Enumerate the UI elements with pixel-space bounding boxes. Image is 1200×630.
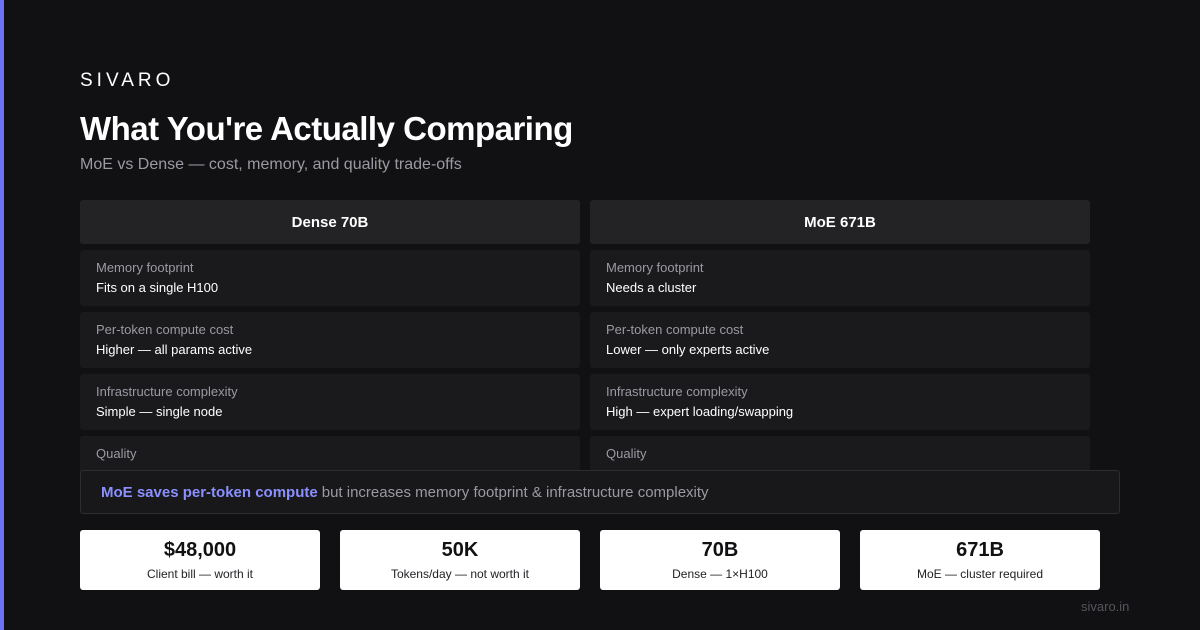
key-takeaway-callout: MoE saves per-token compute but increase… bbox=[80, 470, 1120, 514]
row-value: Higher — all params active bbox=[96, 342, 253, 357]
dense-row-compute: Per-token compute cost Higher — all para… bbox=[80, 312, 580, 368]
row-value: Simple — single node bbox=[96, 404, 223, 419]
stat-value: 50K bbox=[441, 539, 479, 561]
page-subtitle: MoE vs Dense — cost, memory, and quality… bbox=[80, 156, 462, 173]
footer-url: sivaro.in bbox=[1081, 599, 1130, 614]
dense-row-memory: Memory footprint Fits on a single H100 bbox=[80, 250, 580, 306]
stat-label: MoE — cluster required bbox=[916, 567, 1044, 581]
stat-card-moe: 671B MoE — cluster required bbox=[860, 530, 1100, 590]
row-label: Memory footprint bbox=[96, 260, 194, 275]
stat-label: Dense — 1×H100 bbox=[672, 567, 768, 581]
stat-value: 671B bbox=[956, 539, 1004, 561]
row-value: Needs a cluster bbox=[606, 280, 697, 295]
row-label: Per-token compute cost bbox=[96, 322, 234, 337]
accent-bar bbox=[0, 0, 4, 630]
moe-row-memory: Memory footprint Needs a cluster bbox=[590, 250, 1090, 306]
row-label: Infrastructure complexity bbox=[606, 384, 748, 399]
callout-text: but increases memory footprint & infrast… bbox=[321, 483, 709, 501]
row-label: Infrastructure complexity bbox=[96, 384, 238, 399]
row-label: Quality bbox=[606, 446, 647, 461]
dense-column: Dense 70B Memory footprint Fits on a sin… bbox=[80, 200, 580, 492]
row-value: Lower — only experts active bbox=[606, 342, 770, 357]
stats-row: $48,000 Client bill — worth it 50K Token… bbox=[80, 530, 1100, 590]
page-title: What You're Actually Comparing bbox=[80, 110, 573, 147]
stat-label: Tokens/day — not worth it bbox=[390, 567, 530, 581]
stat-card-tokens-per-day: 50K Tokens/day — not worth it bbox=[340, 530, 580, 590]
row-label: Memory footprint bbox=[606, 260, 704, 275]
row-value: High — expert loading/swapping bbox=[606, 404, 794, 419]
moe-column: MoE 671B Memory footprint Needs a cluste… bbox=[590, 200, 1090, 492]
stat-card-dense: 70B Dense — 1×H100 bbox=[600, 530, 840, 590]
row-label: Quality bbox=[96, 446, 137, 461]
dense-column-header: Dense 70B bbox=[80, 200, 580, 244]
row-label: Per-token compute cost bbox=[606, 322, 744, 337]
stat-value: 70B bbox=[701, 539, 739, 561]
moe-row-compute: Per-token compute cost Lower — only expe… bbox=[590, 312, 1090, 368]
stat-label: Client bill — worth it bbox=[146, 567, 254, 581]
stat-value: $48,000 bbox=[163, 539, 237, 561]
moe-column-header: MoE 671B bbox=[590, 200, 1090, 244]
brand-logo: SIVARO bbox=[80, 70, 175, 91]
stat-card-client-bill: $48,000 Client bill — worth it bbox=[80, 530, 320, 590]
dense-row-infrastructure: Infrastructure complexity Simple — singl… bbox=[80, 374, 580, 430]
moe-row-infrastructure: Infrastructure complexity High — expert … bbox=[590, 374, 1090, 430]
row-value: Fits on a single H100 bbox=[96, 280, 219, 295]
callout-highlight: MoE saves per-token compute bbox=[101, 483, 318, 501]
